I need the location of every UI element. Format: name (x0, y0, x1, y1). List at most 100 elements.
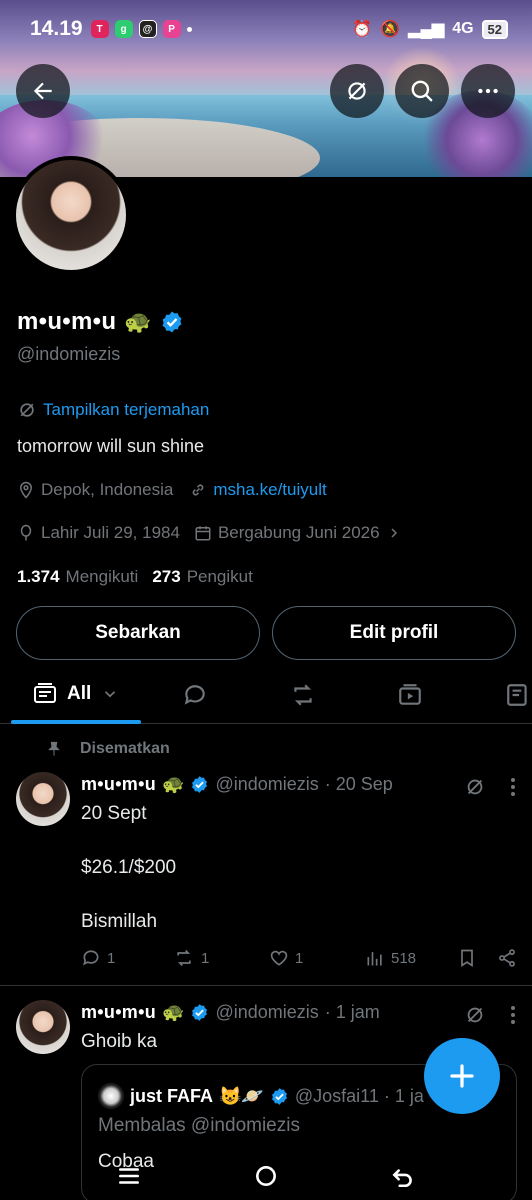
signal-icon: ▂▄▆ (408, 21, 445, 38)
post-timestamp[interactable]: · 1 jam (325, 1002, 380, 1023)
profile-follow-stats: 1.374 Mengikuti 273 Pengikut (17, 567, 253, 587)
profile-location: Depok, Indonesia (41, 480, 174, 499)
home-circle-icon[interactable] (253, 1163, 279, 1189)
quoted-reply-to: Membalas @indomiezis (98, 1115, 300, 1136)
back-arrow-icon (33, 82, 52, 100)
quoted-author-avatar (98, 1083, 124, 1109)
turtle-emoji: 🐢 (162, 1002, 185, 1022)
profile-name: m•u•m•u (17, 308, 117, 335)
reply-button[interactable]: 1 (81, 948, 173, 968)
bookmark-icon[interactable] (457, 948, 477, 968)
post-more-icon[interactable] (510, 777, 516, 797)
followers-label[interactable]: Pengikut (187, 567, 253, 587)
tab-all-label: All (67, 683, 92, 704)
profile-name-row: m•u•m•u 🐢 (17, 308, 184, 336)
translate-bio-link[interactable]: Tampilkan terjemahan (17, 400, 209, 420)
back-nav-icon[interactable] (390, 1163, 416, 1189)
back-button[interactable] (16, 64, 70, 118)
chevron-right-icon (391, 528, 397, 538)
search-icon (411, 80, 433, 102)
tab-articles[interactable] (505, 682, 531, 713)
pinned-label: Disematkan (80, 740, 170, 757)
reply-count: 1 (107, 949, 116, 967)
following-count[interactable]: 1.374 (17, 567, 60, 587)
following-label[interactable]: Mengikuti (66, 567, 139, 587)
post-avatar[interactable] (16, 1000, 70, 1054)
app2-notification-icon: P (162, 20, 181, 38)
repost-button[interactable]: 1 (173, 948, 269, 968)
recent-apps-icon[interactable] (116, 1163, 142, 1189)
avatar-image (16, 160, 126, 270)
translate-post-icon[interactable] (464, 1004, 486, 1026)
reply-bubble-icon (184, 685, 205, 705)
quoted-author-handle: @Josfai11 · 1 ja (294, 1085, 424, 1106)
battery-icon: 52 (481, 19, 508, 39)
post-author-name[interactable]: m•u•m•u (81, 774, 156, 795)
verified-badge-icon (192, 776, 208, 793)
tab-replies[interactable] (182, 682, 208, 713)
compose-post-button[interactable] (424, 1038, 500, 1114)
status-time: 14.19 (30, 17, 83, 40)
post-author-handle[interactable]: @indomiezis (215, 1002, 318, 1023)
repost-count: 1 (201, 949, 210, 967)
post-top-actions (464, 1004, 516, 1026)
profile-website-link[interactable]: msha.ke/tuiyult (213, 480, 326, 500)
profile-joined[interactable]: Bergabung Juni 2026 (218, 523, 380, 543)
chevron-down-icon (105, 691, 116, 698)
post-author-handle[interactable]: @indomiezis (215, 774, 318, 795)
post-header: m•u•m•u 🐢 @indomiezis · 20 Sep (81, 774, 393, 795)
post-more-icon[interactable] (510, 1005, 516, 1025)
share-icon[interactable] (497, 948, 517, 968)
translate-button[interactable] (330, 64, 384, 118)
like-button[interactable]: 1 (269, 948, 365, 968)
post-header: m•u•m•u 🐢 @indomiezis · 1 jam (81, 1002, 380, 1023)
status-system-icons: ⏰ 🔕 ▂▄▆ 4G 52 (352, 19, 508, 39)
pinned-label-row: Disematkan (46, 740, 170, 758)
article-edit-icon (507, 684, 527, 706)
post-text-line: 20 Sept (81, 803, 147, 824)
feed-icon (34, 683, 56, 703)
verified-badge-icon[interactable] (160, 310, 184, 334)
profile-dates-row: Lahir Juli 29, 1984 Bergabung Juni 2026 (17, 523, 402, 543)
repost-icon (294, 684, 312, 706)
views-count: 518 (391, 949, 417, 967)
profile-bio: tomorrow will sun shine (17, 436, 205, 456)
post-timestamp[interactable]: · 20 Sep (325, 774, 393, 795)
alarm-icon: ⏰ (352, 21, 373, 38)
status-bar: 14.19 T g @ P ⏰ 🔕 ▂▄▆ 4G 52 (0, 0, 532, 58)
translate-icon (348, 82, 366, 100)
verified-badge-icon (192, 1004, 208, 1021)
share-profile-button[interactable]: Sebarkan (16, 606, 260, 660)
profile-birthday: Lahir Juli 29, 1984 (41, 523, 180, 542)
active-tab-indicator (11, 720, 141, 724)
turtle-emoji: 🐢 (124, 309, 152, 334)
location-pin-icon (19, 481, 33, 499)
translate-post-icon[interactable] (464, 776, 486, 798)
tab-reposts[interactable] (290, 682, 316, 713)
followers-count[interactable]: 273 (152, 567, 180, 587)
plus-icon (450, 1064, 474, 1088)
post-avatar[interactable] (16, 772, 70, 826)
post-text: Ghoib ka (81, 1031, 158, 1052)
network-type: 4G (452, 20, 474, 37)
turtle-emoji: 🐢 (162, 774, 185, 794)
views-chart-icon (367, 952, 382, 966)
edit-profile-button[interactable]: Edit profil (272, 606, 516, 660)
system-navigation-bar (0, 1152, 532, 1200)
post-author-name[interactable]: m•u•m•u (81, 1002, 156, 1023)
profile-avatar[interactable] (12, 156, 130, 274)
tab-media[interactable] (397, 682, 423, 713)
reply-icon (83, 950, 99, 966)
translate-icon (20, 403, 34, 417)
views-button[interactable]: 518 (365, 948, 457, 968)
tab-all[interactable]: All (33, 682, 119, 706)
post-action-bar: 1 1 1 518 (81, 948, 517, 968)
pin-icon (48, 741, 60, 756)
quoted-author-name: just FAFA (130, 1085, 214, 1106)
grab-notification-icon: g (114, 20, 133, 38)
search-button[interactable] (395, 64, 449, 118)
video-icon (399, 684, 421, 705)
more-options-button[interactable] (461, 64, 515, 118)
app-notification-icon: T (90, 20, 109, 38)
more-dots-icon (478, 88, 498, 94)
